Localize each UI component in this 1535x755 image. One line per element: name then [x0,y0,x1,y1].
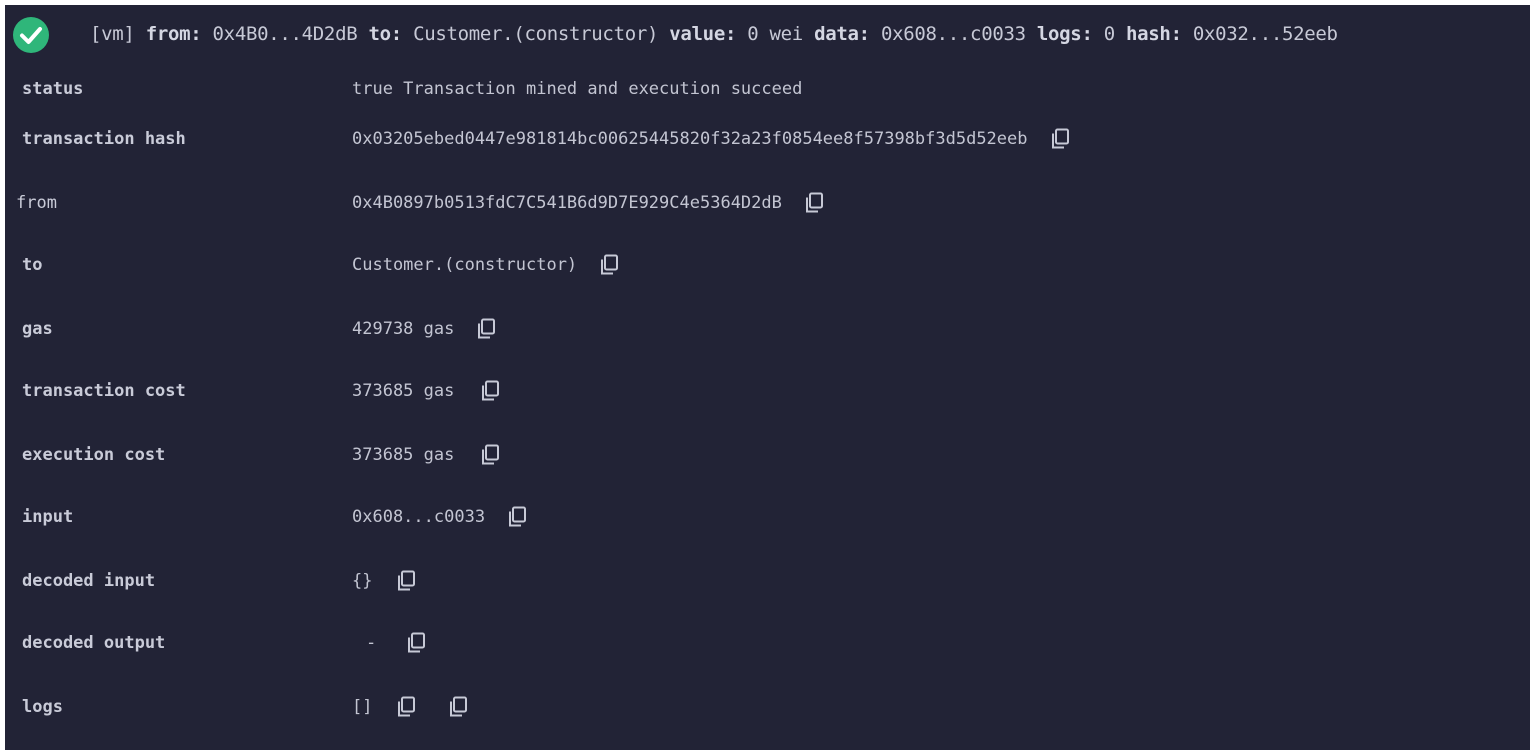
to-value: Customer.(constructor) [413,23,659,45]
row-execution-cost: execution cost 373685 gas [5,440,1530,470]
input-value: 0x608...c0033 [352,507,486,527]
row-decoded-input: decoded input {} [5,566,1530,596]
copy-icon[interactable] [476,318,496,340]
logs-label: logs: [1036,23,1093,45]
logs-value: 0 [1103,23,1115,45]
copy-icon[interactable] [599,254,619,276]
row-input: input 0x608...c0033 [5,502,1530,532]
copy-icon[interactable] [396,570,416,592]
copy-icon[interactable] [1050,128,1070,150]
row-gas: gas 429738 gas [5,314,1530,344]
logs-value: [] [352,697,373,717]
value-value: 0 wei [747,23,803,45]
row-transaction-hash: transaction hash 0x03205ebed0447e981814b… [5,124,1530,154]
row-logs: logs [] [5,692,1530,722]
to-key: to [22,255,43,275]
decoded-input-value: {} [352,571,373,591]
decoded-output-value: - [366,633,377,653]
value-label: value: [669,23,737,45]
to-value: Customer.(constructor) [352,255,578,275]
copy-icon[interactable] [396,696,416,718]
hash-label: hash: [1126,23,1182,45]
copy-icon[interactable] [804,192,824,214]
input-key: input [22,507,74,527]
row-transaction-cost: transaction cost 373685 gas [5,376,1530,406]
from-address-value: 0x4B0897b0513fdC7C541B6d9D7E929C4e5364D2… [352,193,782,213]
transaction-header[interactable]: [vm] from: 0x4B0...4D2dB to: Customer.(c… [5,5,1530,63]
from-value: 0x4B0...4D2dB [212,23,358,45]
decoded-input-key: decoded input [22,571,156,591]
check-circle-icon [12,16,50,54]
to-label: to: [368,23,403,45]
copy-icon[interactable] [448,696,468,718]
copy-icon[interactable] [507,506,527,528]
transaction-hash-key: transaction hash [22,129,186,149]
from-key: from [16,193,57,213]
gas-value: 429738 gas [352,319,455,339]
vm-tag: [vm] [90,23,135,45]
status-value: true Transaction mined and execution suc… [352,79,803,99]
copy-icon[interactable] [406,632,426,654]
hash-value: 0x032...52eeb [1192,23,1338,45]
gas-key: gas [22,319,53,339]
copy-icon[interactable] [480,380,500,402]
row-from: from 0x4B0897b0513fdC7C541B6d9D7E929C4e5… [5,188,1530,218]
decoded-output-key: decoded output [22,633,166,653]
from-label: from: [145,23,202,45]
logs-key: logs [22,697,63,717]
transaction-summary: [vm] from: 0x4B0...4D2dB to: Customer.(c… [90,22,1338,46]
row-status: status true Transaction mined and execut… [5,74,1530,104]
execution-cost-value: 373685 gas [352,445,455,465]
transaction-hash-value: 0x03205ebed0447e981814bc00625445820f32a2… [352,129,1028,149]
data-value: 0x608...c0033 [880,23,1026,45]
execution-cost-key: execution cost [22,445,166,465]
row-to: to Customer.(constructor) [5,250,1530,280]
transaction-cost-value: 373685 gas [352,381,455,401]
copy-icon[interactable] [480,444,500,466]
transaction-panel: [vm] from: 0x4B0...4D2dB to: Customer.(c… [5,5,1530,750]
data-label: data: [814,23,870,45]
transaction-cost-key: transaction cost [22,381,186,401]
row-decoded-output: decoded output - [5,628,1530,658]
status-key: status [22,79,84,99]
